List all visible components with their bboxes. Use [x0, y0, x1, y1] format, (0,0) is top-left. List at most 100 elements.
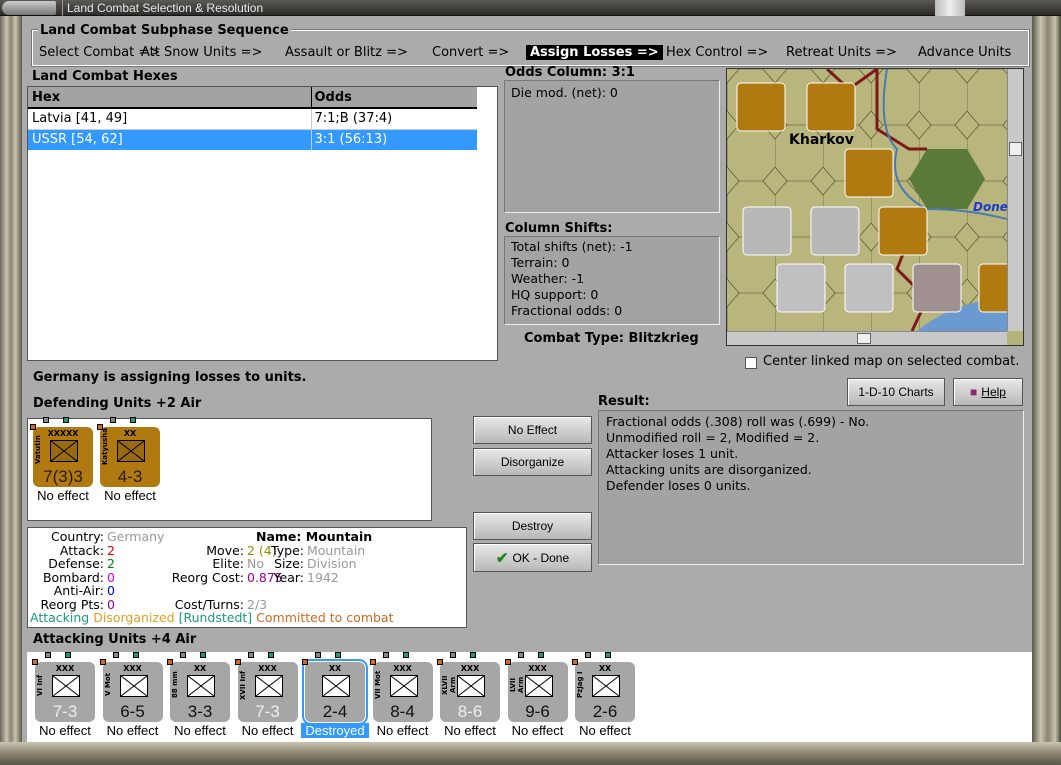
center-linked-checkbox[interactable]: [745, 357, 757, 369]
table-row[interactable]: Latvia [41, 49] 7:1;B (37:4): [28, 108, 477, 129]
unit-name: LVII Arm: [508, 676, 525, 694]
unit-counter[interactable]: XXX VII Mot 8-4: [372, 662, 433, 722]
unit-symbol-icon: [457, 675, 485, 697]
shifts-box: Total shifts (net): -1 Terrain: 0 Weathe…: [504, 236, 720, 325]
map-counter-air[interactable]: [742, 206, 792, 256]
charts-button[interactable]: 1-D-10 Charts: [847, 378, 945, 406]
map-counter[interactable]: [810, 206, 860, 256]
shift-fractional: Fractional odds: 0: [511, 303, 623, 318]
map-counter-target[interactable]: [878, 206, 928, 256]
hex-table: Hex Odds Latvia [41, 49] 7:1;B (37:4) US…: [27, 86, 498, 361]
type-label: Type:: [271, 542, 304, 558]
unit-counter[interactable]: XX PzJag I 2-6: [575, 662, 635, 722]
unit-result: No effect: [444, 723, 496, 738]
defending-units-box: XXXXX Vatutin 7(3)3 No effect XX Katyusha 4-3 N…: [27, 417, 432, 521]
unit-strength: 2-4: [322, 702, 348, 721]
unit-status-line: Attacking Disorganized [Rundstedt] Commi…: [30, 611, 394, 625]
costturns-value: 2/3: [247, 596, 268, 612]
flag-icon: [935, 0, 965, 16]
unit-counter[interactable]: XX 2-4: [302, 659, 368, 725]
scroll-thumb[interactable]: [1009, 142, 1022, 156]
status-dot-icon: [315, 652, 321, 658]
unit-counter[interactable]: XXX LVII Arm 9-6: [507, 662, 568, 722]
status-dot-icon: [369, 659, 376, 665]
unit-counter[interactable]: XXX V Mot 6-5: [102, 662, 163, 722]
status-dot-icon: [572, 659, 578, 665]
map-counter[interactable]: [806, 82, 856, 132]
table-row-selected[interactable]: USSR [54, 62] 3:1 (56:13): [28, 129, 477, 150]
map-label-donets: Done: [973, 200, 1007, 214]
info-values-right: Mountain Division 1942: [307, 543, 365, 585]
main-panel: Land Combat Subphase Sequence Select Com…: [22, 16, 1032, 742]
status-dot-icon: [45, 652, 51, 658]
status-committed: Committed to combat: [256, 610, 394, 625]
disorganize-button[interactable]: Disorganize: [473, 448, 592, 476]
unit-name: Vatutin: [34, 435, 42, 465]
reorgcost-label: Reorg Cost:: [171, 569, 244, 585]
size-label: Size:: [274, 556, 304, 571]
column-header-odds[interactable]: Odds: [311, 87, 477, 108]
unit-counter[interactable]: XXX VI Inf 7-3: [35, 662, 95, 722]
window-menu-icon[interactable]: [2, 1, 56, 15]
unit-strength: 8-6: [457, 702, 483, 721]
column-header-hex[interactable]: Hex: [28, 87, 312, 108]
unit-counter[interactable]: XX Katyusha 4-3: [100, 427, 160, 487]
help-label: Help: [981, 385, 1006, 399]
ok-done-button[interactable]: ✔ OK - Done: [473, 543, 592, 572]
unit-strength: 7(3)3: [43, 467, 83, 486]
help-button[interactable]: ■ Help: [953, 378, 1023, 406]
subphase-step: Assign Losses =>: [526, 45, 663, 60]
status-dot-icon: [247, 652, 254, 658]
unit-result: No effect: [511, 723, 564, 738]
unit-name: Name: Mountain: [256, 529, 373, 544]
map-counter-air[interactable]: [912, 263, 962, 313]
map-canvas[interactable]: Kharkov Done: [727, 69, 1007, 331]
map-vscrollbar[interactable]: [1007, 69, 1023, 331]
map-counter-air[interactable]: [978, 263, 1007, 313]
destroy-label: Destroy: [511, 519, 554, 533]
move-label: Move:: [206, 542, 244, 558]
charts-label: 1-D-10 Charts: [858, 385, 934, 399]
unit-counter[interactable]: XXX XLVII Arm 8-6: [440, 662, 500, 722]
linked-map[interactable]: Kharkov Done: [726, 68, 1024, 346]
status-dot-icon: [32, 659, 38, 665]
map-counter[interactable]: [844, 148, 894, 198]
hexes-title: Land Combat Hexes: [32, 69, 178, 84]
subphase-step: Retreat Units =>: [786, 45, 897, 60]
costturns-label: Cost/Turns:: [174, 596, 244, 612]
scroll-thumb[interactable]: [857, 333, 871, 344]
shift-hq: HQ support: 0: [511, 287, 599, 302]
map-hscrollbar[interactable]: [727, 331, 1007, 345]
status-dot-icon: [517, 652, 524, 658]
subphase-step: Convert =>: [432, 45, 510, 60]
map-counter[interactable]: [776, 263, 826, 313]
map-counter[interactable]: [844, 263, 894, 313]
status-dot-icon: [302, 659, 308, 665]
disorganize-label: Disorganize: [500, 455, 565, 469]
status-dot-icon: [180, 652, 186, 658]
unit-result: No effect: [579, 723, 631, 738]
status-dot-icon: [200, 652, 206, 658]
unit-size: XX: [328, 664, 342, 673]
book-icon: ■: [970, 385, 978, 399]
status-disorganized: Disorganized: [93, 610, 175, 625]
status-dot-icon: [112, 652, 119, 658]
status-dot-icon: [43, 417, 49, 423]
destroy-button[interactable]: Destroy: [473, 512, 592, 540]
map-label-kharkov: Kharkov: [789, 132, 854, 148]
size-value: Division: [307, 556, 357, 571]
status-dot-icon: [504, 659, 511, 665]
status-dot-icon: [537, 652, 544, 658]
unit-counter[interactable]: XX 88 mm 3-3: [170, 662, 230, 722]
unit-size: XX: [193, 664, 207, 673]
status-dot-icon: [450, 652, 456, 658]
unit-symbol-icon: [254, 675, 283, 697]
no-effect-button[interactable]: No Effect: [473, 416, 592, 444]
unit-counter[interactable]: XXXXX Vatutin 7(3)3: [33, 427, 93, 487]
attack-label: Attack:: [59, 542, 104, 558]
ok-label: OK - Done: [512, 550, 570, 565]
map-counter-air[interactable]: [736, 82, 786, 132]
odds-title: Odds Column: 3:1: [505, 65, 635, 80]
unit-counter[interactable]: XXX XVII Inf 7-3: [237, 662, 298, 722]
unit-strength: 4-3: [117, 467, 143, 486]
